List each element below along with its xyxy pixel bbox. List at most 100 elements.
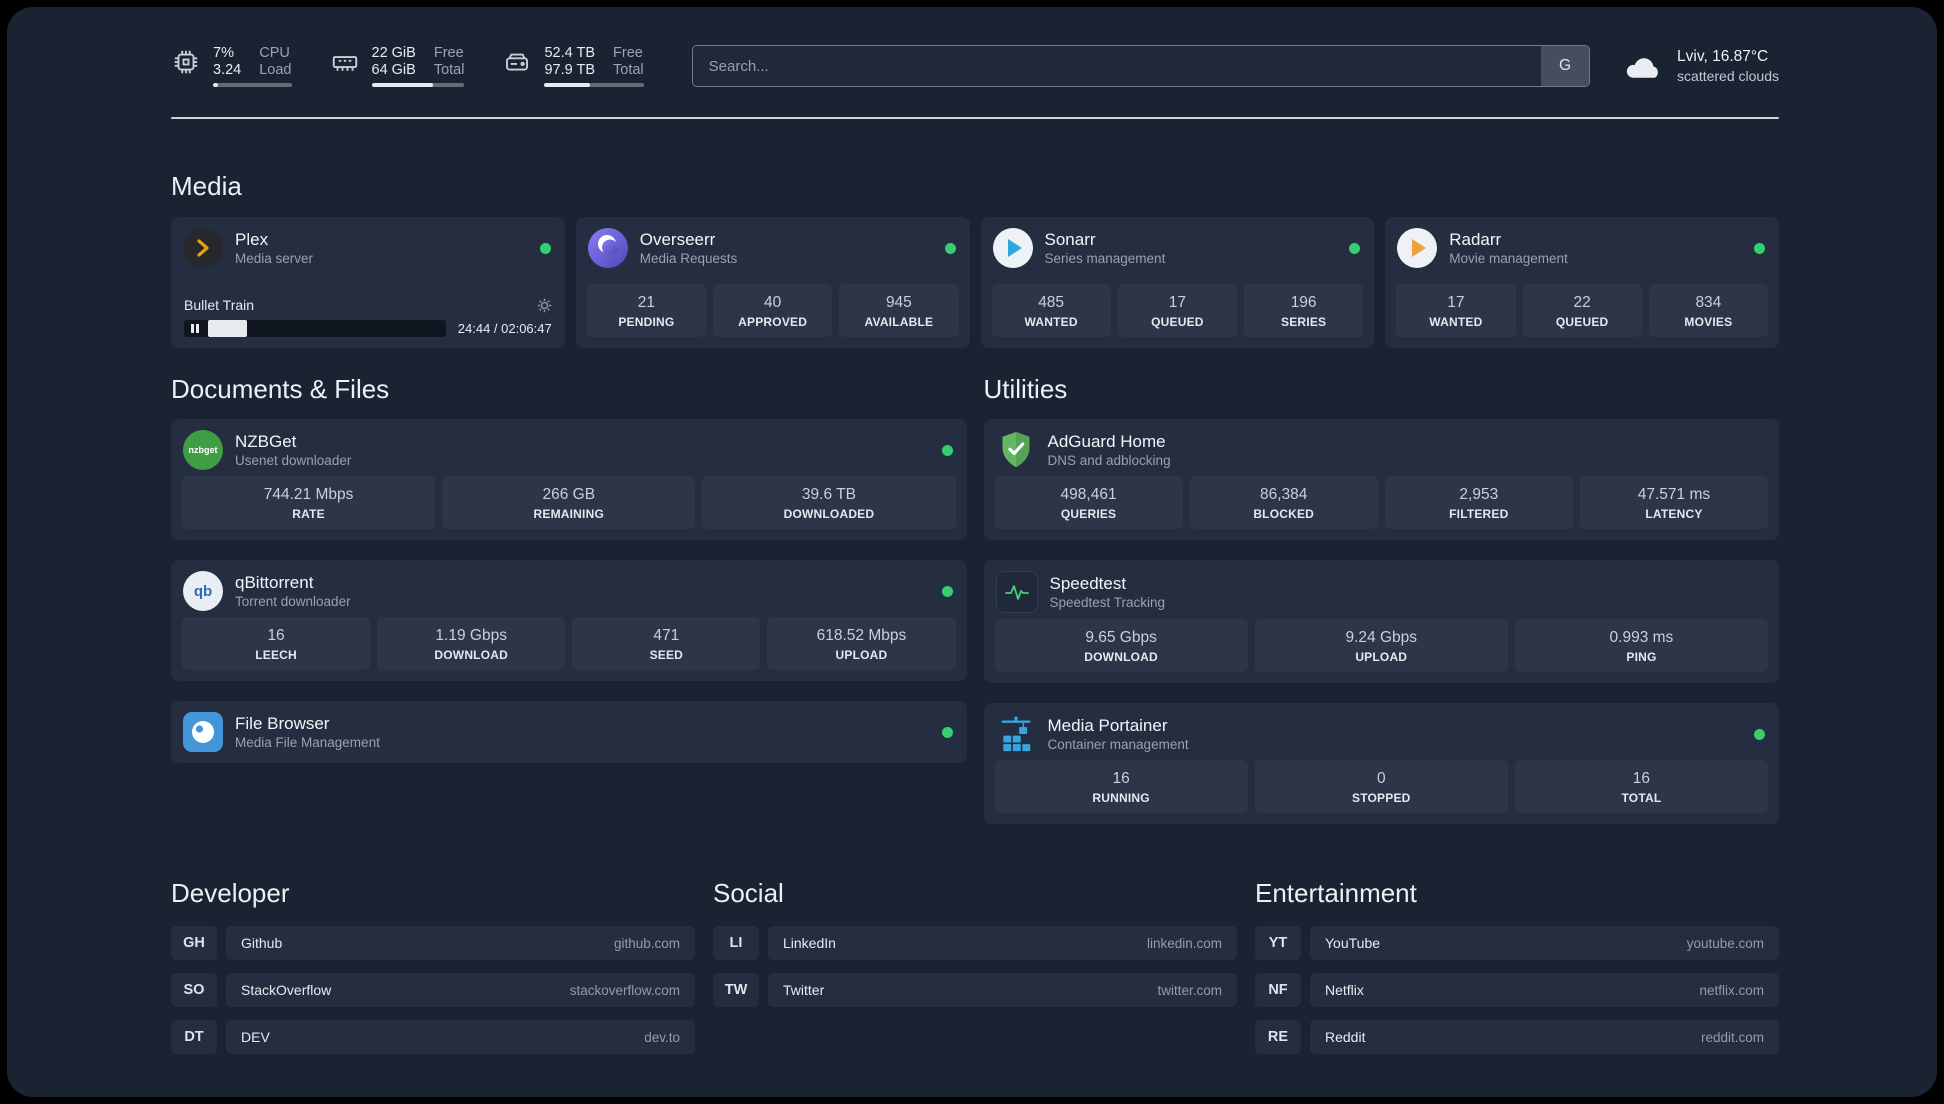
bookmark-url: linkedin.com	[1146, 935, 1222, 951]
stat-series: 196 SERIES	[1244, 284, 1364, 337]
service-card-overseerr[interactable]: Overseerr Media Requests 21 PENDING 40 A…	[575, 217, 970, 348]
service-card-portainer[interactable]: Media Portainer Container management 16 …	[983, 703, 1779, 824]
service-desc: Media File Management	[235, 735, 380, 750]
cpu-label: CPU	[259, 45, 290, 61]
bookmark-abbr[interactable]: GH	[171, 926, 217, 960]
bookmark-netflix[interactable]: NF Netflix netflix.com	[1255, 973, 1779, 1007]
bookmark-name: Reddit	[1325, 1029, 1366, 1045]
bookmark-name: DEV	[241, 1029, 270, 1045]
stat-wanted: 485 WANTED	[991, 284, 1111, 337]
speedtest-icon	[995, 571, 1038, 613]
pause-icon[interactable]	[191, 324, 199, 333]
search-bar: G	[691, 45, 1591, 87]
stat-latency: 47.571 ms LATENCY	[1579, 476, 1768, 529]
search-provider-button[interactable]: G	[1541, 46, 1590, 86]
status-dot	[944, 242, 956, 254]
bookmark-url: reddit.com	[1700, 1029, 1764, 1045]
service-card-filebrowser[interactable]: File Browser Media File Management	[171, 701, 967, 763]
section-title-developer: Developer	[171, 878, 290, 908]
service-card-plex[interactable]: Plex Media server Bullet Train 24:44 / 0…	[171, 217, 565, 348]
stat-running: 16 RUNNING	[994, 760, 1248, 813]
bookmark-name: Github	[241, 935, 283, 951]
stat-upload: 618.52 Mbps UPLOAD	[767, 617, 956, 670]
service-desc: Movie management	[1449, 251, 1568, 266]
bookmark-abbr[interactable]: SO	[171, 973, 217, 1007]
bookmark-name: Netflix	[1325, 982, 1364, 998]
stat-rate: 744.21 Mbps RATE	[182, 476, 436, 529]
disk-total-label: Total	[613, 62, 644, 78]
status-dot	[1349, 242, 1361, 254]
bookmark-abbr[interactable]: RE	[1255, 1020, 1301, 1054]
service-card-adguard[interactable]: AdGuard Home DNS and adblocking 498,461 …	[983, 419, 1779, 540]
bookmark-abbr[interactable]: NF	[1255, 973, 1301, 1007]
bookmark-youtube[interactable]: YT YouTube youtube.com	[1255, 926, 1779, 960]
bookmark-abbr[interactable]: YT	[1255, 926, 1301, 960]
disk-widget: 52.4 TB 97.9 TB Free Total	[502, 45, 644, 87]
top-bar: 7% 3.24 CPU Load 22 GiB 64 GiB Free Tota…	[171, 45, 1779, 87]
cpu-load-label: Load	[259, 62, 292, 78]
bookmark-name: Twitter	[783, 982, 825, 998]
service-name: Plex	[235, 230, 269, 249]
service-card-qbittorrent[interactable]: qb qBittorrent Torrent downloader 16 LEE…	[171, 560, 967, 681]
radarr-icon	[1397, 228, 1438, 268]
bookmark-twitter[interactable]: TW Twitter twitter.com	[713, 973, 1237, 1007]
bookmark-name: LinkedIn	[783, 935, 836, 951]
stat-queued: 17 QUEUED	[1117, 284, 1237, 337]
search-input[interactable]	[691, 45, 1591, 87]
service-card-nzbget[interactable]: nzbget NZBGet Usenet downloader 744.21 M…	[171, 419, 967, 540]
media-row: Plex Media server Bullet Train 24:44 / 0…	[171, 217, 1779, 348]
bookmark-url: dev.to	[644, 1029, 680, 1045]
settings-gear-icon[interactable]	[537, 298, 552, 313]
stat-upload: 9.24 Gbps UPLOAD	[1254, 619, 1508, 672]
weather-widget: Lviv, 16.87°C scattered clouds	[1624, 47, 1779, 85]
service-card-sonarr[interactable]: Sonarr Series management 485 WANTED 17 Q…	[980, 217, 1375, 348]
cpu-percent: 7%	[213, 45, 234, 61]
service-card-speedtest[interactable]: Speedtest Speedtest Tracking 9.65 Gbps D…	[983, 560, 1779, 683]
disk-total: 97.9 TB	[544, 62, 596, 78]
memory-usage-bar	[371, 83, 465, 87]
disk-free: 52.4 TB	[544, 45, 596, 61]
playback-time: 24:44 / 02:06:47	[457, 321, 552, 336]
service-name: Overseerr	[639, 230, 716, 249]
memory-total: 64 GiB	[371, 62, 416, 78]
bookmark-url: netflix.com	[1699, 982, 1764, 998]
bookmark-abbr[interactable]: LI	[713, 926, 759, 960]
bookmark-abbr[interactable]: TW	[713, 973, 759, 1007]
bookmark-reddit[interactable]: RE Reddit reddit.com	[1255, 1020, 1779, 1054]
adguard-icon	[996, 430, 1036, 470]
bookmark-github[interactable]: GH Github github.com	[171, 926, 695, 960]
service-card-radarr[interactable]: Radarr Movie management 17 WANTED 22 QUE…	[1385, 217, 1779, 348]
stat-pending: 21 PENDING	[586, 284, 706, 337]
nzbget-icon: nzbget	[183, 430, 223, 470]
bookmark-abbr[interactable]: DT	[171, 1020, 217, 1054]
now-playing-title: Bullet Train	[184, 297, 255, 313]
service-name: qBittorrent	[235, 573, 314, 592]
disk-usage-bar	[544, 83, 644, 87]
stat-remaining: 266 GB REMAINING	[442, 476, 696, 529]
stat-ping: 0.993 ms PING	[1514, 619, 1769, 672]
cloud-icon	[1626, 58, 1658, 78]
memory-icon	[332, 56, 357, 71]
status-dot	[539, 242, 551, 254]
memory-widget: 22 GiB 64 GiB Free Total	[330, 45, 465, 87]
stat-total: 16 TOTAL	[1514, 760, 1769, 813]
plex-now-playing: Bullet Train 24:44 / 02:06:47	[171, 297, 565, 348]
section-title-documents: Documents & Files	[171, 374, 390, 404]
bookmarks-section: Developer GH Github github.com SO StackO…	[171, 878, 1779, 1067]
stat-queries: 498,461 QUERIES	[994, 476, 1183, 529]
weather-condition: scattered clouds	[1677, 68, 1779, 84]
bookmark-url: stackoverflow.com	[569, 982, 680, 998]
bookmark-linkedin[interactable]: LI LinkedIn linkedin.com	[713, 926, 1237, 960]
status-dot	[941, 585, 953, 597]
stat-download: 9.65 Gbps DOWNLOAD	[994, 619, 1248, 672]
service-desc: Speedtest Tracking	[1049, 595, 1166, 610]
stat-available: 945 AVAILABLE	[839, 284, 959, 337]
playback-progress-bar[interactable]	[184, 320, 446, 337]
bookmark-dev[interactable]: DT DEV dev.to	[171, 1020, 695, 1054]
service-name: NZBGet	[235, 432, 297, 451]
dashboard: 7% 3.24 CPU Load 22 GiB 64 GiB Free Tota…	[7, 7, 1937, 1097]
cpu-usage-bar	[213, 83, 292, 87]
section-title-utilities: Utilities	[983, 374, 1068, 404]
bookmark-stackoverflow[interactable]: SO StackOverflow stackoverflow.com	[171, 973, 695, 1007]
plex-icon	[183, 228, 223, 268]
